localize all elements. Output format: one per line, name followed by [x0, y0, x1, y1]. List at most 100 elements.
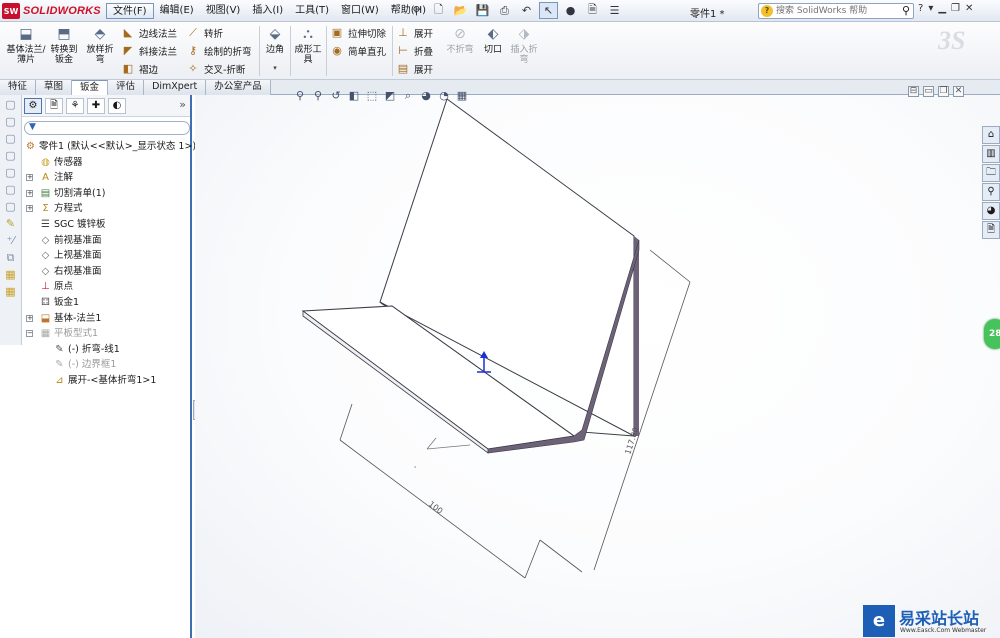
- print-icon[interactable]: ⎙: [495, 2, 514, 19]
- viewport-close-icon[interactable]: ✕: [953, 86, 964, 97]
- viewport-restore-icon[interactable]: ❐: [938, 86, 949, 97]
- search-icon[interactable]: ⚲: [902, 4, 910, 17]
- tree-item[interactable]: ✎ (-) 折弯-线1: [22, 342, 190, 358]
- tab-dimxpert[interactable]: DimXpert: [144, 80, 207, 95]
- restore-button[interactable]: ❐: [951, 3, 960, 14]
- file-explorer-icon[interactable]: 🗀: [982, 164, 1000, 182]
- dimension-width-label[interactable]: 100: [427, 499, 445, 515]
- feature-filter[interactable]: ▼: [24, 121, 190, 135]
- options-icon[interactable]: ☰: [605, 2, 624, 19]
- expand-icon[interactable]: +: [26, 205, 33, 213]
- smart-dimension-icon[interactable]: ⁺⁄: [3, 234, 19, 248]
- tree-item[interactable]: ◇ 上视基准面: [22, 248, 190, 264]
- flatten-button[interactable]: ▤ 展开: [396, 61, 433, 77]
- configuration-manager-tab-icon[interactable]: ⚘: [66, 97, 84, 114]
- file-properties-icon[interactable]: 🗎: [583, 2, 602, 19]
- tree-item[interactable]: ◍ 传感器: [22, 155, 190, 171]
- sketch-icon[interactable]: ✎: [3, 217, 19, 231]
- forming-tool-button[interactable]: ⛬ 成形工具: [293, 25, 323, 65]
- tree-item[interactable]: + Σ 方程式: [22, 201, 190, 217]
- tree-root[interactable]: ⚙ 零件1 (默认<<默认>_显示状态 1>): [22, 139, 196, 155]
- tree-item[interactable]: − ▦ 平板型式1: [22, 326, 190, 342]
- zoom-to-fit-icon[interactable]: ⚲: [293, 89, 307, 103]
- tab-features[interactable]: 特征: [0, 80, 37, 95]
- menu-file[interactable]: 文件(F): [106, 3, 154, 19]
- no-bends-button[interactable]: ⊘ 不折弯: [442, 25, 478, 55]
- viewport-tile-icon[interactable]: ⊟: [908, 86, 919, 97]
- menu-tools[interactable]: 工具(T): [289, 3, 335, 19]
- rip-button[interactable]: ⬖ 切口: [481, 25, 505, 55]
- base-flange-button[interactable]: ⬓ 基体法兰/薄片: [6, 25, 46, 65]
- simple-hole-button[interactable]: ◉ 简单直孔: [330, 43, 386, 59]
- display-manager-tab-icon[interactable]: ◐: [108, 97, 126, 114]
- help-dropdown-icon[interactable]: ▾: [928, 3, 933, 14]
- help-icon[interactable]: ?: [918, 3, 923, 14]
- graphics-area[interactable]: 100 117.80 °: [195, 95, 1000, 638]
- corner-dropdown-icon[interactable]: ▾: [262, 63, 288, 73]
- tab-sketch[interactable]: 草图: [36, 80, 73, 95]
- display-style-icon[interactable]: ◩: [383, 89, 397, 103]
- model-view[interactable]: 100 117.80 °: [195, 95, 1000, 638]
- status-badge[interactable]: 28: [984, 319, 1000, 349]
- tree-item[interactable]: ⚃ 钣金1: [22, 295, 190, 311]
- tree-item[interactable]: ◇ 右视基准面: [22, 264, 190, 280]
- resources-icon[interactable]: ⌂: [982, 126, 1000, 144]
- minimize-button[interactable]: ▁: [938, 3, 946, 14]
- sketched-bend-button[interactable]: ⚷ 绘制的折弯: [186, 43, 252, 59]
- app-logo[interactable]: SW SOLIDWORKS: [2, 3, 101, 19]
- view-settings-icon[interactable]: ▦: [455, 89, 469, 103]
- previous-view-icon[interactable]: ↺: [329, 89, 343, 103]
- relation-icon[interactable]: ⧉: [3, 251, 19, 265]
- expand-icon[interactable]: +: [26, 189, 33, 197]
- tab-evaluate[interactable]: 评估: [108, 80, 145, 95]
- view-icon[interactable]: ▢: [3, 166, 19, 180]
- view-icon[interactable]: ▢: [3, 132, 19, 146]
- tree-item[interactable]: ⊿ 展开-<基体折弯1>1: [22, 373, 190, 389]
- viewport-minimize-icon[interactable]: ▭: [923, 86, 934, 97]
- rebuild-icon[interactable]: ●: [561, 2, 580, 19]
- collapse-icon[interactable]: −: [26, 330, 33, 338]
- convert-to-sheet-metal-button[interactable]: ⬒ 转换到钣金: [47, 25, 81, 65]
- help-search-input[interactable]: [776, 5, 894, 17]
- tab-sheet-metal[interactable]: 钣金: [72, 80, 109, 95]
- extruded-cut-button[interactable]: ▣ 拉伸切除: [330, 25, 386, 41]
- corner-button[interactable]: ⬙ 边角 ▾: [262, 25, 288, 73]
- search-results-icon[interactable]: ⚲: [982, 183, 1000, 201]
- cross-break-button[interactable]: ✧ 交叉-折断: [186, 61, 245, 77]
- undo-icon[interactable]: ↶: [517, 2, 536, 19]
- hide-show-icon[interactable]: ⌕: [401, 89, 415, 103]
- fold-button[interactable]: ⊢ 折叠: [396, 43, 433, 59]
- view-orientation-icon[interactable]: ⬚: [365, 89, 379, 103]
- tree-item[interactable]: ☰ SGC 镀锌板: [22, 217, 190, 233]
- feature-tree-tab-icon[interactable]: ⚙: [24, 97, 42, 114]
- save-icon[interactable]: 💾: [473, 2, 492, 19]
- scene-icon[interactable]: ◔: [437, 89, 451, 103]
- more-tabs-icon[interactable]: »: [179, 98, 186, 111]
- custom-properties-icon[interactable]: 🗎: [982, 221, 1000, 239]
- new-document-icon[interactable]: 🗋: [429, 2, 448, 19]
- pin-icon[interactable]: ⚲: [407, 2, 426, 19]
- tree-item[interactable]: + ⬓ 基体-法兰1: [22, 311, 190, 327]
- zoom-area-icon[interactable]: ⚲: [311, 89, 325, 103]
- lofted-bend-button[interactable]: ⬘ 放样折弯: [83, 25, 117, 65]
- section-view-icon[interactable]: ◧: [347, 89, 361, 103]
- open-folder-icon[interactable]: 📂: [451, 2, 470, 19]
- unfold-button[interactable]: ⊥ 展开: [396, 25, 433, 41]
- close-button[interactable]: ✕: [965, 3, 973, 14]
- menu-view[interactable]: 视图(V): [200, 3, 247, 19]
- appearances-icon[interactable]: ◕: [982, 202, 1000, 220]
- appearance-icon[interactable]: ◕: [419, 89, 433, 103]
- design-library-icon[interactable]: ▥: [982, 145, 1000, 163]
- property-manager-tab-icon[interactable]: 🗎: [45, 97, 63, 114]
- menu-edit[interactable]: 编辑(E): [154, 3, 200, 19]
- view-icon[interactable]: ▢: [3, 149, 19, 163]
- menu-insert[interactable]: 插入(I): [246, 3, 289, 19]
- help-search[interactable]: ? ⚲: [758, 3, 914, 19]
- dimxpert-manager-tab-icon[interactable]: ✚: [87, 97, 105, 114]
- view-icon[interactable]: ▢: [3, 115, 19, 129]
- select-pointer-icon[interactable]: ↖: [539, 2, 558, 19]
- expand-icon[interactable]: +: [26, 174, 33, 182]
- view-icon[interactable]: ▢: [3, 183, 19, 197]
- tree-item[interactable]: ✎ (-) 边界框1: [22, 357, 190, 373]
- tree-item[interactable]: ◇ 前视基准面: [22, 233, 190, 249]
